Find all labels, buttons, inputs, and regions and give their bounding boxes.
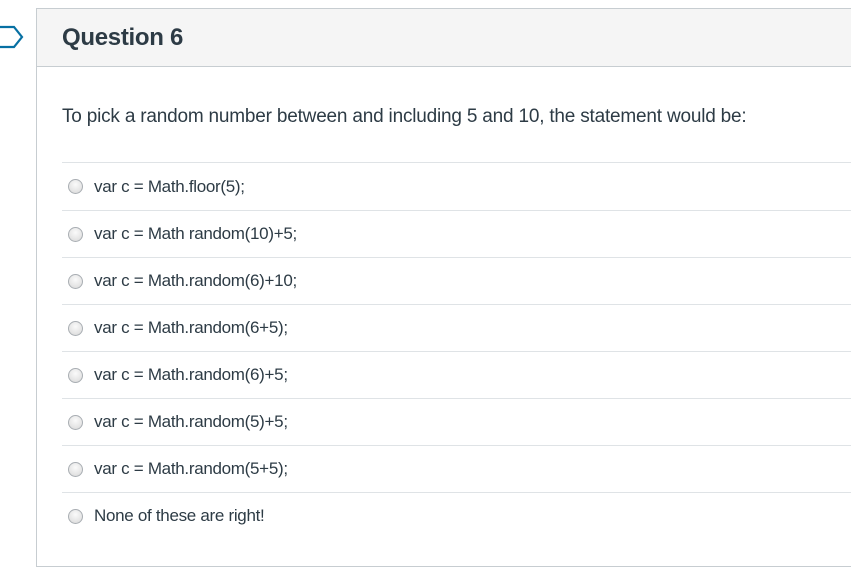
radio-button[interactable] bbox=[68, 179, 83, 194]
question-title: Question 6 bbox=[62, 23, 184, 51]
answer-label: var c = Math.random(6)+10; bbox=[94, 271, 297, 290]
question-body: To pick a random number between and incl… bbox=[37, 67, 851, 539]
radio-button[interactable] bbox=[68, 461, 83, 477]
radio-button[interactable] bbox=[68, 508, 83, 524]
question-text: To pick a random number between and incl… bbox=[62, 106, 747, 127]
answer-label: var c = Math.floor(5); bbox=[94, 176, 245, 196]
radio-button[interactable] bbox=[68, 414, 83, 430]
answer-option-5[interactable]: var c = Math.random(6)+5; bbox=[62, 351, 851, 398]
quiz-page: Question 6 To pick a random number betwe… bbox=[0, 0, 851, 574]
question-card: Question 6 To pick a random number betwe… bbox=[36, 8, 851, 567]
answer-option-8[interactable]: None of these are right! bbox=[62, 492, 851, 539]
answer-label: var c = Math.random(5+5); bbox=[94, 459, 288, 478]
answer-option-3[interactable]: var c = Math.random(6)+10; bbox=[62, 257, 851, 304]
question-header: Question 6 bbox=[37, 9, 851, 67]
radio-button[interactable] bbox=[68, 367, 83, 383]
answer-option-7[interactable]: var c = Math.random(5+5); bbox=[62, 445, 851, 492]
answer-option-4[interactable]: var c = Math.random(6+5); bbox=[62, 304, 851, 351]
answer-option-1[interactable]: var c = Math.floor(5); bbox=[62, 162, 851, 210]
answer-option-2[interactable]: var c = Math random(10)+5; bbox=[62, 210, 851, 257]
answer-list: var c = Math.floor(5); var c = Math rand… bbox=[62, 162, 851, 539]
answer-label: var c = Math.random(6+5); bbox=[94, 318, 288, 337]
answer-label: var c = Math.random(6)+5; bbox=[94, 365, 288, 384]
answer-label: var c = Math.random(5)+5; bbox=[94, 412, 288, 431]
radio-button[interactable] bbox=[68, 320, 83, 336]
flag-question-icon[interactable] bbox=[0, 24, 24, 50]
answer-label: None of these are right! bbox=[94, 506, 265, 525]
answer-option-6[interactable]: var c = Math.random(5)+5; bbox=[62, 398, 851, 445]
radio-button[interactable] bbox=[68, 273, 83, 289]
answer-label: var c = Math random(10)+5; bbox=[94, 224, 297, 243]
radio-button[interactable] bbox=[68, 226, 83, 242]
